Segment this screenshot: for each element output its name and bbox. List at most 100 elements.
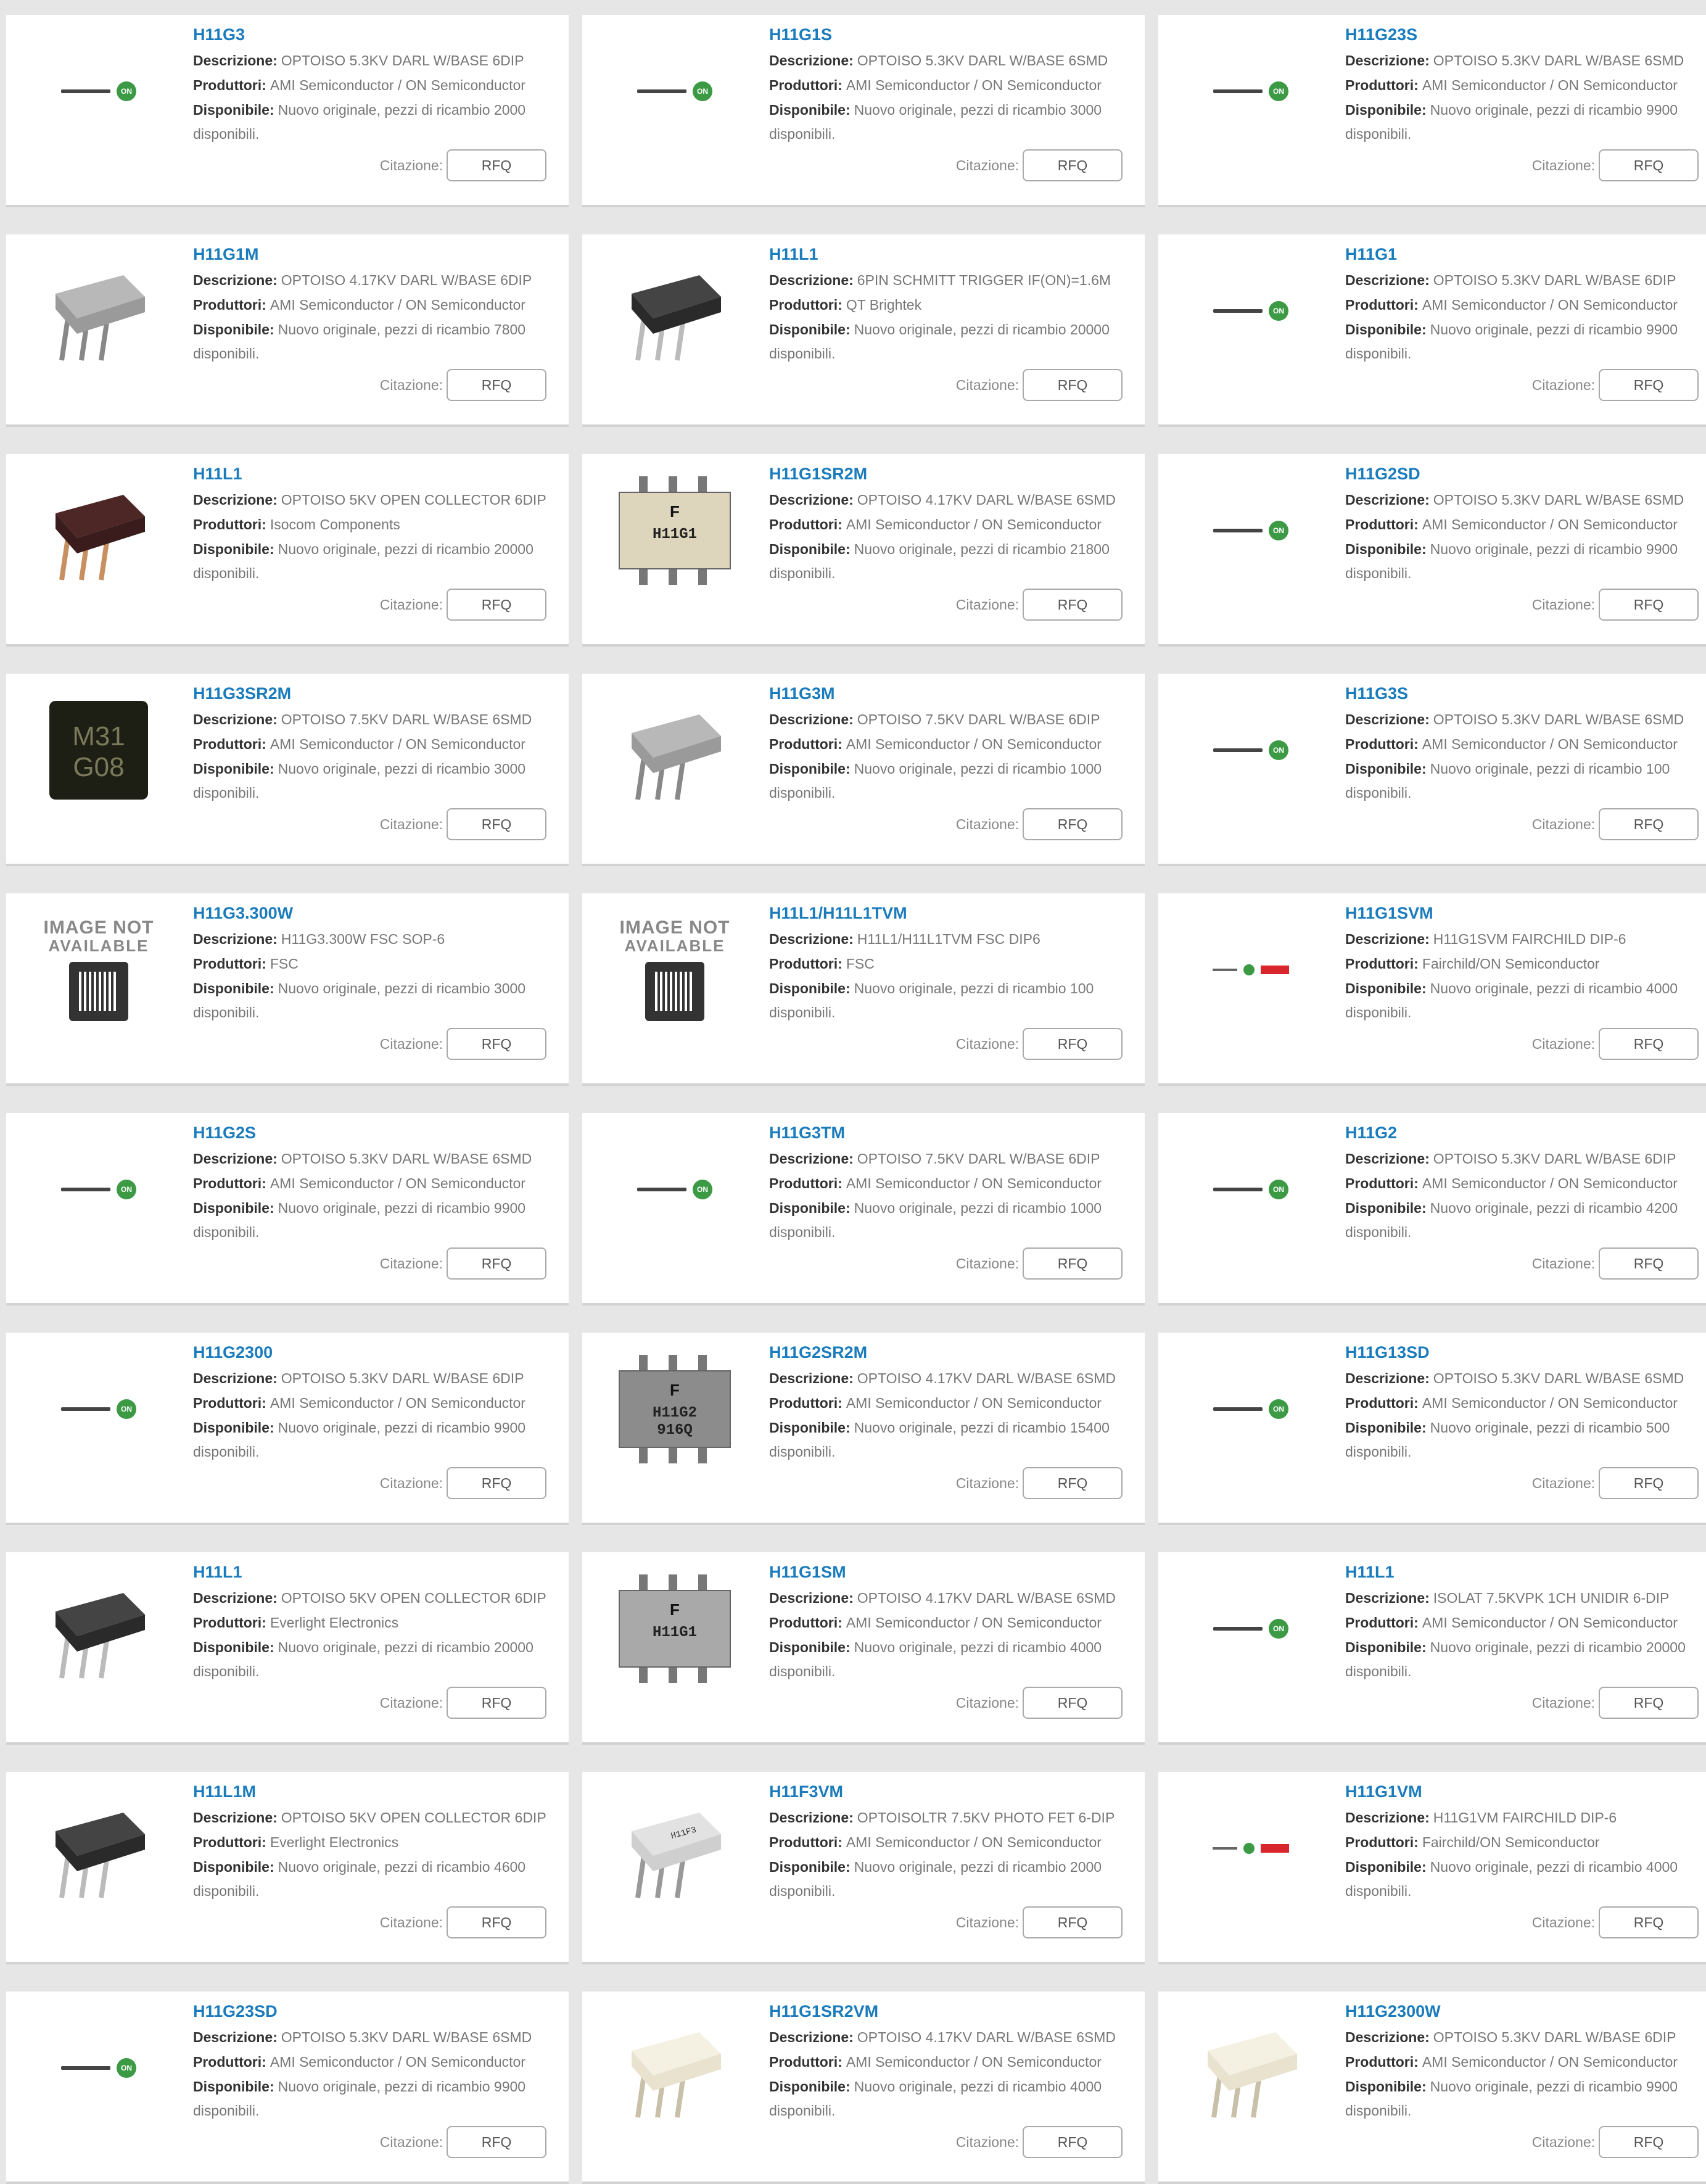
rfq-button[interactable]: RFQ — [1599, 1467, 1699, 1499]
product-name-link[interactable]: H11G3 — [193, 22, 569, 48]
product-image[interactable]: IMAGE NOT AVAILABLE — [30, 909, 168, 1030]
rfq-button[interactable]: RFQ — [447, 1906, 546, 1938]
rfq-button[interactable]: RFQ — [1599, 149, 1699, 181]
product-image[interactable] — [1182, 2008, 1320, 2128]
product-name-link[interactable]: H11G23SD — [193, 1999, 569, 2025]
quote-label: Citazione: — [379, 1914, 443, 1930]
description-label: Descrizione: — [769, 1151, 854, 1167]
product-name-link[interactable]: H11L1 — [1345, 1560, 1706, 1586]
product-name-link[interactable]: H11L1 — [769, 242, 1145, 268]
rfq-button[interactable]: RFQ — [447, 149, 546, 181]
product-image[interactable]: M31 G08 — [30, 690, 168, 811]
product-image[interactable] — [606, 690, 744, 811]
rfq-button[interactable]: RFQ — [1023, 1247, 1123, 1280]
component-photo — [632, 2032, 721, 2118]
product-image[interactable]: ON — [1182, 1568, 1320, 1689]
product-image[interactable]: ON — [606, 31, 744, 152]
product-name-link[interactable]: H11L1M — [193, 1779, 569, 1805]
quote-label: Citazione: — [1531, 1914, 1595, 1930]
rfq-button[interactable]: RFQ — [1023, 1467, 1123, 1499]
rfq-button[interactable]: RFQ — [1599, 589, 1699, 621]
product-name-link[interactable]: H11G1 — [1345, 242, 1706, 268]
rfq-button[interactable]: RFQ — [447, 369, 546, 401]
rfq-button[interactable]: RFQ — [1599, 2126, 1699, 2158]
product-image[interactable] — [1182, 909, 1320, 1030]
product-name-link[interactable]: H11G3S — [1345, 681, 1706, 707]
product-name-link[interactable]: H11L1/H11L1TVM — [769, 901, 1145, 927]
product-name-link[interactable]: H11G2S — [193, 1120, 569, 1146]
availability-line: Disponibile: Nuovo originale, pezzi di ri… — [769, 1196, 1145, 1220]
product-name-link[interactable]: H11F3VM — [769, 1779, 1145, 1805]
product-name-link[interactable]: H11G1M — [193, 242, 569, 268]
rfq-button[interactable]: RFQ — [1023, 808, 1123, 840]
product-image[interactable]: ON — [1182, 250, 1320, 371]
manufacturer-line: Produttori: AMI Semiconductor / ON Semico… — [1345, 732, 1706, 756]
product-image[interactable] — [30, 1568, 168, 1689]
rfq-button[interactable]: RFQ — [1599, 369, 1699, 401]
rfq-button[interactable]: RFQ — [1023, 589, 1123, 621]
product-image[interactable] — [30, 250, 168, 371]
product-name-link[interactable]: H11G23S — [1345, 22, 1706, 48]
rfq-button[interactable]: RFQ — [447, 589, 546, 621]
rfq-button[interactable]: RFQ — [1023, 1028, 1123, 1060]
product-name-link[interactable]: H11L1 — [193, 461, 569, 487]
product-image[interactable]: ON — [606, 1129, 744, 1250]
product-name-link[interactable]: H11G2 — [1345, 1120, 1706, 1146]
quote-label: Citazione: — [1531, 376, 1595, 393]
product-name-link[interactable]: H11G1SVM — [1345, 901, 1706, 927]
product-image[interactable]: ON — [30, 1349, 168, 1470]
rfq-button[interactable]: RFQ — [1599, 1906, 1699, 1938]
product-image[interactable]: F H11G1 — [606, 470, 744, 591]
rfq-button[interactable]: RFQ — [1599, 1687, 1699, 1719]
product-name-link[interactable]: H11G1SR2VM — [769, 1999, 1145, 2025]
product-name-link[interactable]: H11G3M — [769, 681, 1145, 707]
manufacturer-label: Produttori: — [769, 1834, 843, 1850]
rfq-button[interactable]: RFQ — [447, 1028, 546, 1060]
product-image[interactable]: ON — [1182, 690, 1320, 811]
product-image[interactable]: ON — [30, 1129, 168, 1250]
rfq-button[interactable]: RFQ — [1023, 1687, 1123, 1719]
product-image[interactable]: ON — [1182, 31, 1320, 152]
product-image[interactable]: ON — [30, 31, 168, 152]
rfq-button[interactable]: RFQ — [1023, 2126, 1123, 2158]
product-image[interactable]: H11F3 — [606, 1788, 744, 1909]
product-name-link[interactable]: H11L1 — [193, 1560, 569, 1586]
product-name-link[interactable]: H11G1SR2M — [769, 461, 1145, 487]
product-name-link[interactable]: H11G1S — [769, 22, 1145, 48]
rfq-button[interactable]: RFQ — [1023, 1906, 1123, 1938]
rfq-button[interactable]: RFQ — [1599, 1247, 1699, 1280]
rfq-button[interactable]: RFQ — [1599, 808, 1699, 840]
product-image[interactable]: F H11G2 916Q — [606, 1349, 744, 1470]
product-image[interactable]: ON — [1182, 470, 1320, 591]
rfq-button[interactable]: RFQ — [447, 808, 546, 840]
manufacturer-label: Produttori: — [193, 1395, 266, 1411]
rfq-button[interactable]: RFQ — [1023, 149, 1123, 181]
product-image[interactable] — [30, 1788, 168, 1909]
product-name-link[interactable]: H11G3.300W — [193, 901, 569, 927]
product-image[interactable]: IMAGE NOT AVAILABLE — [606, 909, 744, 1030]
product-image[interactable] — [1182, 1788, 1320, 1909]
image-not-available: IMAGE NOT AVAILABLE — [620, 919, 730, 1021]
rfq-button[interactable]: RFQ — [447, 1247, 546, 1280]
rfq-button[interactable]: RFQ — [447, 1687, 546, 1719]
rfq-button[interactable]: RFQ — [447, 2126, 546, 2158]
product-image[interactable] — [606, 2008, 744, 2128]
product-name-link[interactable]: H11G2SR2M — [769, 1340, 1145, 1366]
product-image[interactable] — [30, 470, 168, 591]
product-image[interactable]: ON — [30, 2008, 168, 2128]
product-image[interactable]: F H11G1 — [606, 1568, 744, 1689]
product-image[interactable]: ON — [1182, 1129, 1320, 1250]
product-name-link[interactable]: H11G2300 — [193, 1340, 569, 1366]
rfq-button[interactable]: RFQ — [1023, 369, 1123, 401]
rfq-button[interactable]: RFQ — [1599, 1028, 1699, 1060]
rfq-button[interactable]: RFQ — [447, 1467, 546, 1499]
product-name-link[interactable]: H11G2300W — [1345, 1999, 1706, 2025]
product-image[interactable] — [606, 250, 744, 371]
product-name-link[interactable]: H11G3SR2M — [193, 681, 569, 707]
product-name-link[interactable]: H11G3TM — [769, 1120, 1145, 1146]
product-name-link[interactable]: H11G2SD — [1345, 461, 1706, 487]
product-name-link[interactable]: H11G1VM — [1345, 1779, 1706, 1805]
product-name-link[interactable]: H11G13SD — [1345, 1340, 1706, 1366]
product-name-link[interactable]: H11G1SM — [769, 1560, 1145, 1586]
product-image[interactable]: ON — [1182, 1349, 1320, 1470]
